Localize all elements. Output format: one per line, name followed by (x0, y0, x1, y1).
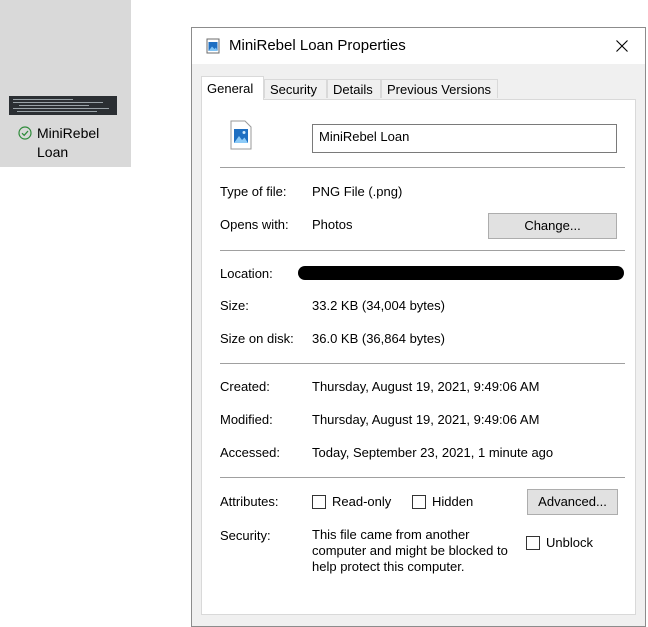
created-label: Created: (220, 379, 270, 394)
desktop-file-name-line2: Loan (37, 144, 69, 160)
desktop-file-label[interactable]: MiniRebel Loan (18, 124, 126, 162)
type-of-file-value: PNG File (.png) (312, 184, 403, 199)
security-message: This file came from another computer and… (312, 527, 508, 575)
desktop-file-tile[interactable]: MiniRebel Loan (0, 0, 131, 167)
size-label: Size: (220, 298, 249, 313)
image-file-icon (206, 38, 220, 54)
advanced-button[interactable]: Advanced... (527, 489, 618, 515)
general-panel: MiniRebel Loan Type of file: PNG File (.… (201, 99, 636, 615)
change-button[interactable]: Change... (488, 213, 617, 239)
close-button[interactable] (599, 28, 645, 64)
opens-with-label: Opens with: (220, 217, 289, 232)
location-redacted-value (298, 266, 624, 280)
tab-details[interactable]: Details (327, 79, 381, 98)
close-icon (616, 40, 628, 52)
dialog-title: MiniRebel Loan Properties (229, 37, 406, 54)
unblock-checkbox[interactable] (526, 536, 540, 550)
security-message-line: This file came from another (312, 527, 470, 542)
accessed-value: Today, September 23, 2021, 1 minute ago (312, 445, 554, 460)
created-value: Thursday, August 19, 2021, 9:49:06 AM (312, 379, 540, 394)
read-only-checkbox[interactable] (312, 495, 326, 509)
read-only-label[interactable]: Read-only (332, 494, 391, 509)
file-name-input[interactable]: MiniRebel Loan (312, 124, 617, 153)
security-label: Security: (220, 528, 271, 543)
separator (220, 167, 625, 168)
hidden-checkbox[interactable] (412, 495, 426, 509)
separator (220, 363, 625, 364)
tab-general[interactable]: General (201, 76, 264, 100)
hidden-label[interactable]: Hidden (432, 494, 473, 509)
location-label: Location: (220, 266, 273, 281)
opens-with-value: Photos (312, 217, 353, 232)
modified-label: Modified: (220, 412, 273, 427)
size-value: 33.2 KB (34,004 bytes) (312, 298, 445, 313)
title-bar[interactable]: MiniRebel Loan Properties (192, 28, 645, 64)
tab-security[interactable]: Security (264, 79, 327, 98)
accessed-label: Accessed: (220, 445, 280, 460)
separator (220, 477, 625, 478)
size-on-disk-label: Size on disk: (220, 331, 294, 346)
separator (220, 250, 625, 251)
type-of-file-label: Type of file: (220, 184, 287, 199)
check-circle-icon (18, 126, 32, 140)
file-thumbnail (9, 96, 117, 115)
security-message-line: help protect this computer. (312, 559, 465, 574)
security-message-line: computer and might be blocked to (312, 543, 508, 558)
attributes-label: Attributes: (220, 494, 279, 509)
modified-value: Thursday, August 19, 2021, 9:49:06 AM (312, 412, 540, 427)
unblock-label[interactable]: Unblock (546, 535, 593, 550)
tab-previous-versions[interactable]: Previous Versions (381, 79, 498, 98)
size-on-disk-value: 36.0 KB (36,864 bytes) (312, 331, 445, 346)
properties-dialog: MiniRebel Loan Properties General Securi… (191, 27, 646, 627)
desktop-file-name-line1: MiniRebel (37, 125, 100, 141)
image-file-icon (230, 120, 252, 150)
